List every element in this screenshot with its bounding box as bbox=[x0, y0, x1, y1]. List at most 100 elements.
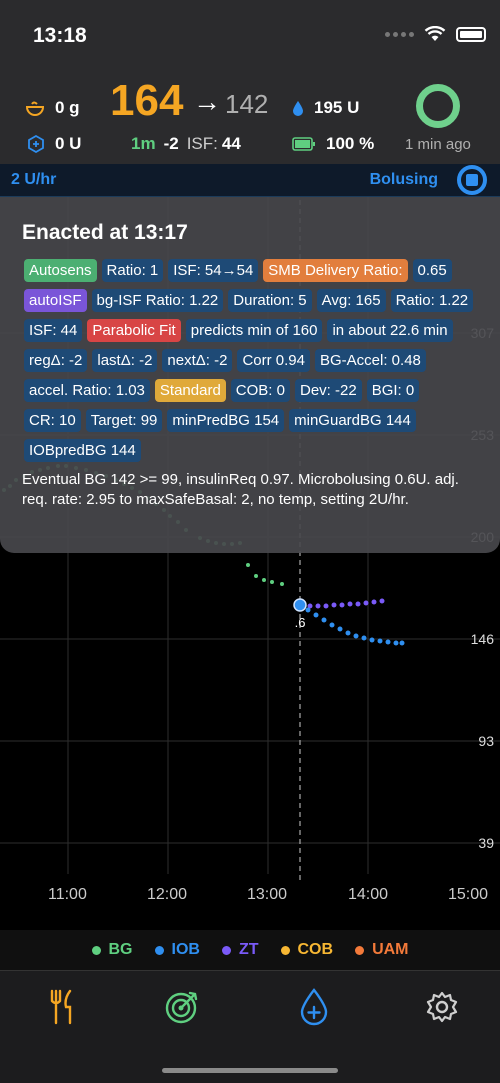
legend-dot-icon bbox=[355, 945, 365, 955]
carbs-tab[interactable] bbox=[42, 987, 82, 1027]
reason-chip: IOBpredBG 144 bbox=[24, 439, 141, 462]
battery-icon bbox=[456, 26, 486, 42]
reason-text: Eventual BG 142 >= 99, insulinReq 0.97. … bbox=[22, 471, 459, 508]
bolus-cancel-icon[interactable] bbox=[457, 165, 487, 195]
reason-chip: Duration: 5 bbox=[228, 289, 312, 312]
bolus-tab[interactable] bbox=[294, 987, 334, 1027]
zt-prediction-point bbox=[371, 599, 377, 605]
bolus-icon bbox=[300, 988, 328, 1026]
zt-prediction-point bbox=[363, 600, 369, 606]
carbs-status[interactable]: 0 g bbox=[25, 98, 80, 118]
bg-point bbox=[280, 582, 284, 586]
iob-prediction-point bbox=[377, 638, 383, 644]
signal-icon bbox=[385, 31, 414, 37]
wifi-icon bbox=[424, 26, 446, 41]
iob-prediction-point bbox=[399, 640, 405, 646]
basal-bar: 2 U/hr Bolusing bbox=[0, 164, 500, 197]
iob-prediction-point bbox=[313, 612, 319, 618]
trend-arrow: → bbox=[193, 86, 221, 117]
status-bar: 13:18 bbox=[0, 0, 500, 72]
chart-legend: BG IOB ZT COB UAM bbox=[0, 930, 500, 970]
status-icons bbox=[385, 26, 486, 42]
reservoir-status[interactable]: 195 U bbox=[292, 98, 359, 118]
bolus-marker-icon bbox=[293, 598, 307, 612]
iob-prediction-point bbox=[361, 635, 367, 641]
iob-prediction-point bbox=[321, 617, 327, 623]
legend-label: BG bbox=[108, 941, 133, 958]
y-tick-label: 146 bbox=[470, 631, 494, 647]
x-tick-label: 15:00 bbox=[448, 886, 489, 903]
reason-chip: Autosens bbox=[24, 259, 97, 282]
reason-chip: 0.65 bbox=[412, 259, 452, 282]
delta-status: 1m -2 ISF: 44 bbox=[131, 134, 241, 154]
reason-chip: bg-ISF Ratio: 1.22 bbox=[91, 289, 224, 312]
current-bg: 164 bbox=[110, 76, 184, 125]
y-tick-label: 93 bbox=[478, 733, 494, 749]
reason-chip: ISF: 54→54 bbox=[168, 259, 259, 282]
reason-chip: ISF: 44 bbox=[24, 319, 83, 342]
reason-chip: BG-Accel: 0.48 bbox=[315, 349, 426, 372]
reason-chip: lastΔ: -2 bbox=[92, 349, 158, 372]
reservoir-value: 195 U bbox=[314, 98, 360, 117]
reason-chip: CR: 10 bbox=[24, 409, 81, 432]
iob-prediction-point bbox=[393, 640, 399, 646]
eventual-bg: 142 bbox=[225, 89, 269, 119]
reason-chip: in about 22.6 min bbox=[327, 319, 453, 342]
delta-time: 1m bbox=[131, 134, 156, 153]
iob-prediction-point bbox=[329, 622, 335, 628]
legend-label: UAM bbox=[372, 941, 409, 958]
carbs-icon bbox=[25, 101, 45, 116]
iob-prediction-point bbox=[345, 630, 351, 636]
fork-knife-icon bbox=[50, 989, 72, 1025]
iob-prediction-point bbox=[305, 607, 311, 613]
home-indicator bbox=[162, 1068, 338, 1073]
reason-chip: autoISF bbox=[24, 289, 87, 312]
bg-point bbox=[262, 578, 266, 582]
iob-value: 0 U bbox=[55, 134, 82, 153]
reason-chip: Target: 99 bbox=[85, 409, 163, 432]
y-tick-label: 39 bbox=[478, 835, 494, 851]
tab-bar bbox=[0, 970, 500, 1083]
x-tick-label: 13:00 bbox=[247, 886, 288, 903]
bolus-amount-label: .6 bbox=[295, 615, 306, 630]
enacted-popup[interactable]: Enacted at 13:17 Autosens Ratio: 1 ISF: 54… bbox=[0, 197, 500, 553]
basal-rate: 2 U/hr bbox=[11, 171, 57, 188]
loop-last-run: 1 min ago bbox=[405, 136, 471, 153]
pump-battery-status[interactable]: 100 % bbox=[292, 134, 374, 154]
legend-item: COB bbox=[280, 941, 334, 959]
carbs-value: 0 g bbox=[55, 98, 80, 117]
legend-label: IOB bbox=[171, 941, 200, 958]
reason-chips: Autosens Ratio: 1 ISF: 54→54 SMB Delivery R… bbox=[24, 259, 479, 462]
reason-chip: COB: 0 bbox=[230, 379, 290, 402]
pump-battery-value: 100 % bbox=[326, 134, 375, 153]
zt-prediction-point bbox=[331, 602, 337, 608]
reason-chip: SMB Delivery Ratio: bbox=[263, 259, 408, 282]
reason-chip: Ratio: 1.22 bbox=[390, 289, 474, 312]
target-tab[interactable] bbox=[162, 987, 202, 1027]
reason-chip: minPredBG 154 bbox=[167, 409, 285, 432]
zt-prediction-point bbox=[355, 601, 361, 607]
legend-dot-icon bbox=[280, 945, 290, 955]
reason-chip: Dev: -22 bbox=[294, 379, 362, 402]
bg-point bbox=[246, 563, 250, 567]
loop-status-icon[interactable] bbox=[416, 84, 460, 128]
legend-label: COB bbox=[297, 941, 334, 958]
x-tick-label: 12:00 bbox=[147, 886, 188, 903]
reason-chip: Ratio: 1 bbox=[101, 259, 164, 282]
legend-item: UAM bbox=[355, 941, 409, 959]
isf-value: 44 bbox=[221, 134, 241, 153]
legend-label: ZT bbox=[238, 941, 259, 958]
settings-tab[interactable] bbox=[422, 987, 462, 1027]
pump-battery-icon bbox=[292, 137, 315, 151]
reason-chip: Parabolic Fit bbox=[87, 319, 181, 342]
reason-chip: BGI: 0 bbox=[366, 379, 420, 402]
iob-prediction-point bbox=[369, 637, 375, 643]
zt-prediction-point bbox=[347, 601, 353, 607]
iob-status[interactable]: 0 U bbox=[27, 134, 81, 154]
isf-label: ISF: bbox=[186, 134, 218, 153]
insulin-icon bbox=[28, 135, 44, 153]
legend-dot-icon bbox=[91, 945, 101, 955]
zt-prediction-point bbox=[339, 602, 345, 608]
reason-chip: Standard bbox=[154, 379, 226, 402]
bolusing-label: Bolusing bbox=[369, 171, 438, 188]
